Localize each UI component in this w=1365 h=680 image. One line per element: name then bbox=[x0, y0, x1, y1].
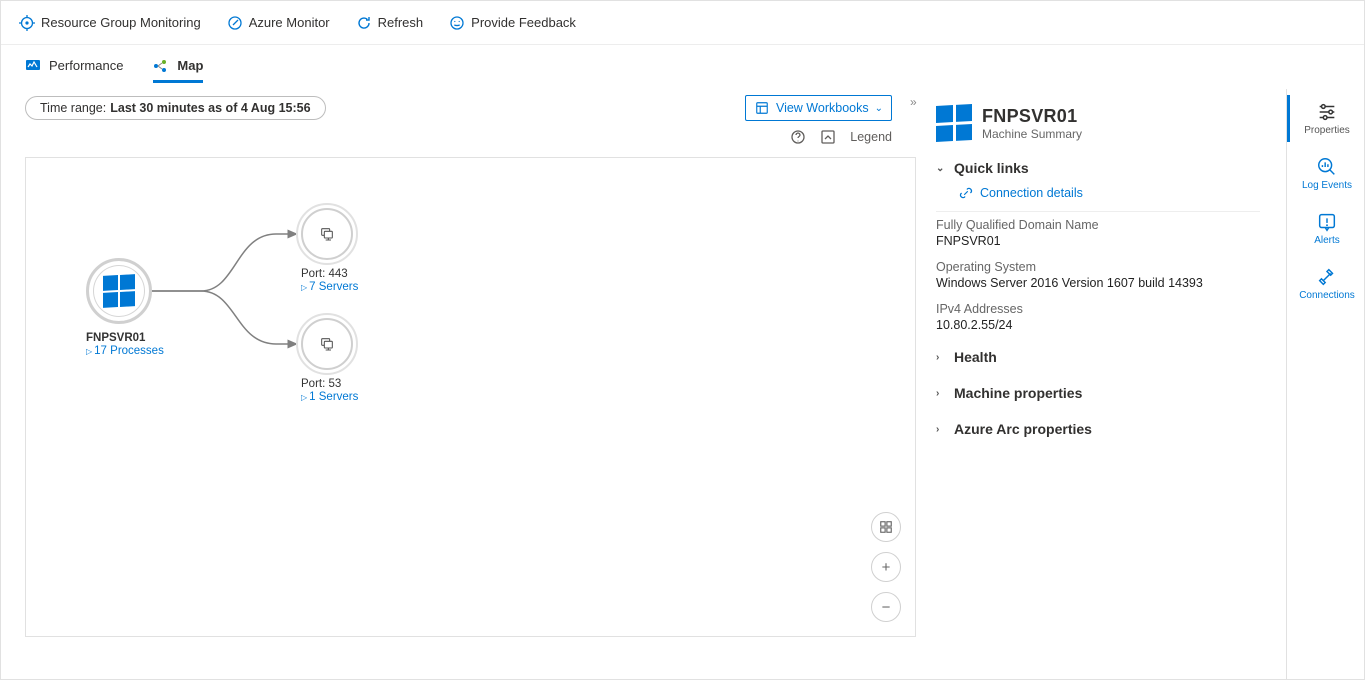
map-icon bbox=[153, 58, 169, 74]
section-azure-arc-properties[interactable]: › Azure Arc properties bbox=[936, 416, 1260, 442]
canvas-controls: + − bbox=[871, 512, 901, 622]
workbook-icon bbox=[754, 100, 770, 116]
sliders-icon bbox=[1316, 101, 1338, 123]
controls-row: Time range: Last 30 minutes as of 4 Aug … bbox=[1, 89, 916, 129]
map-node-port-53[interactable]: Port: 53 ▷1 Servers bbox=[301, 318, 421, 403]
chevron-down-icon: ⌄ bbox=[936, 163, 946, 174]
target-icon bbox=[19, 15, 35, 31]
time-range-value: Last 30 minutes as of 4 Aug 15:56 bbox=[110, 101, 310, 115]
map-node-port-443[interactable]: Port: 443 ▷7 Servers bbox=[301, 208, 421, 293]
resource-group-monitoring-label: Resource Group Monitoring bbox=[41, 15, 201, 30]
chevron-down-icon: ⌄ bbox=[875, 103, 883, 114]
tabs-row: Performance Map bbox=[1, 45, 1364, 89]
help-icon[interactable] bbox=[790, 129, 806, 145]
tab-performance[interactable]: Performance bbox=[25, 52, 123, 83]
rail-connections[interactable]: Connections bbox=[1287, 260, 1364, 307]
ipv4-key: IPv4 Addresses bbox=[936, 302, 1260, 316]
alert-icon bbox=[1316, 211, 1338, 233]
fit-to-screen-button[interactable] bbox=[871, 512, 901, 542]
map-node-port-443-servers-link[interactable]: ▷7 Servers bbox=[301, 281, 421, 293]
machine-summary-panel: » FNPSVR01 Machine Summary ⌄ Quick links bbox=[916, 89, 1286, 679]
tab-map-label: Map bbox=[177, 58, 203, 73]
map-node-port-53-label: Port: 53 bbox=[301, 378, 421, 390]
triangle-right-icon: ▷ bbox=[301, 393, 307, 402]
map-node-machine-processes-link[interactable]: ▷17 Processes bbox=[86, 345, 206, 357]
link-icon bbox=[958, 185, 974, 201]
server-group-icon bbox=[319, 336, 335, 352]
refresh-button[interactable]: Refresh bbox=[356, 15, 424, 31]
legend-button[interactable]: Legend bbox=[850, 130, 892, 144]
section-machine-properties[interactable]: › Machine properties bbox=[936, 380, 1260, 406]
time-range-prefix: Time range: bbox=[40, 101, 106, 115]
time-range-picker[interactable]: Time range: Last 30 minutes as of 4 Aug … bbox=[25, 96, 326, 120]
chevron-right-icon: › bbox=[936, 388, 946, 399]
rail-properties[interactable]: Properties bbox=[1287, 95, 1364, 142]
map-node-machine-label: FNPSVR01 bbox=[86, 332, 145, 344]
provide-feedback-label: Provide Feedback bbox=[471, 15, 576, 30]
triangle-right-icon: ▷ bbox=[86, 347, 92, 356]
view-workbooks-button[interactable]: View Workbooks ⌄ bbox=[745, 95, 892, 121]
performance-icon bbox=[25, 58, 41, 74]
map-node-machine[interactable]: FNPSVR01 ▷17 Processes bbox=[86, 258, 206, 357]
panel-title: FNPSVR01 bbox=[982, 106, 1082, 127]
map-node-port-443-label: Port: 443 bbox=[301, 268, 421, 280]
connections-icon bbox=[1316, 266, 1338, 288]
windows-icon bbox=[936, 105, 972, 141]
divider bbox=[936, 211, 1260, 212]
map-node-port-53-servers-link[interactable]: ▷1 Servers bbox=[301, 391, 421, 403]
refresh-label: Refresh bbox=[378, 15, 424, 30]
resource-group-monitoring-button[interactable]: Resource Group Monitoring bbox=[19, 15, 201, 31]
canvas-toolbar: Legend bbox=[1, 129, 916, 151]
rail-log-events[interactable]: Log Events bbox=[1287, 150, 1364, 197]
tab-performance-label: Performance bbox=[49, 58, 123, 73]
zoom-in-button[interactable]: + bbox=[871, 552, 901, 582]
section-health[interactable]: › Health bbox=[936, 344, 1260, 370]
fqdn-key: Fully Qualified Domain Name bbox=[936, 218, 1260, 232]
provide-feedback-button[interactable]: Provide Feedback bbox=[449, 15, 576, 31]
ipv4-value: 10.80.2.55/24 bbox=[936, 318, 1260, 332]
refresh-icon bbox=[356, 15, 372, 31]
azure-monitor-button[interactable]: Azure Monitor bbox=[227, 15, 330, 31]
command-bar: Resource Group Monitoring Azure Monitor … bbox=[1, 1, 1364, 45]
triangle-right-icon: ▷ bbox=[301, 283, 307, 292]
zoom-out-button[interactable]: − bbox=[871, 592, 901, 622]
os-key: Operating System bbox=[936, 260, 1260, 274]
collapse-up-icon[interactable] bbox=[820, 129, 836, 145]
view-workbooks-label: View Workbooks bbox=[776, 101, 869, 115]
fqdn-value: FNPSVR01 bbox=[936, 234, 1260, 248]
azure-monitor-icon bbox=[227, 15, 243, 31]
smile-icon bbox=[449, 15, 465, 31]
os-value: Windows Server 2016 Version 1607 build 1… bbox=[936, 276, 1260, 290]
connection-details-link[interactable]: Connection details bbox=[958, 185, 1260, 201]
tab-map[interactable]: Map bbox=[153, 52, 203, 83]
panel-subtitle: Machine Summary bbox=[982, 127, 1082, 141]
chevron-right-icon: › bbox=[936, 352, 946, 363]
search-chart-icon bbox=[1316, 156, 1338, 178]
chevron-right-icon: › bbox=[936, 424, 946, 435]
windows-icon bbox=[103, 275, 135, 307]
map-canvas[interactable]: FNPSVR01 ▷17 Processes Port: 443 ▷7 Serv… bbox=[25, 157, 916, 637]
server-group-icon bbox=[319, 226, 335, 242]
right-rail: Properties Log Events Alerts Connections bbox=[1286, 89, 1364, 679]
collapse-panel-button[interactable]: » bbox=[910, 95, 917, 109]
rail-alerts[interactable]: Alerts bbox=[1287, 205, 1364, 252]
azure-monitor-label: Azure Monitor bbox=[249, 15, 330, 30]
section-quick-links[interactable]: ⌄ Quick links bbox=[936, 155, 1260, 181]
